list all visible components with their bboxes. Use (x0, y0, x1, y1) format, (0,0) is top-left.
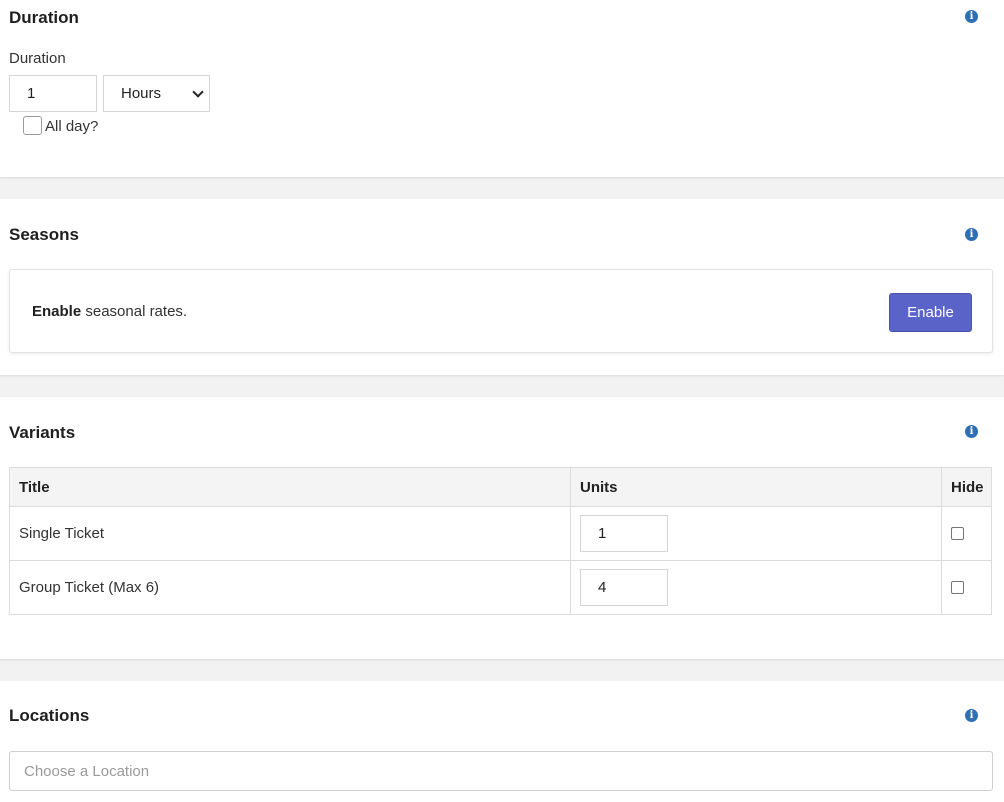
variant-units-cell (570, 560, 942, 615)
table-row: Group Ticket (Max 6) (9, 560, 992, 615)
column-header-units: Units (570, 467, 942, 507)
duration-field-label: Duration (9, 50, 66, 67)
locations-panel: Locations i (0, 681, 1004, 802)
seasons-message-rest: seasonal rates. (81, 303, 188, 320)
info-icon[interactable]: i (965, 10, 978, 23)
seasons-message-strong: Enable (32, 303, 82, 320)
column-header-title: Title (9, 467, 571, 507)
info-icon[interactable]: i (965, 709, 978, 722)
variant-hide-checkbox[interactable] (951, 527, 964, 540)
info-icon[interactable]: i (965, 425, 978, 438)
variant-hide-cell (941, 506, 992, 561)
table-row: Single Ticket (9, 506, 992, 561)
variant-units-input[interactable] (580, 515, 668, 552)
enable-seasons-button[interactable]: Enable (889, 293, 972, 332)
variant-units-cell (570, 506, 942, 561)
locations-title: Locations (9, 706, 90, 725)
duration-value-input[interactable] (9, 75, 97, 112)
column-header-hide: Hide (941, 467, 992, 507)
variants-table: Title Units Hide Single Ticket Group Tic… (9, 467, 992, 615)
table-header-row: Title Units Hide (9, 467, 992, 507)
variant-title: Single Ticket (9, 506, 571, 561)
all-day-label[interactable]: All day? (45, 118, 98, 135)
location-search-input[interactable] (9, 751, 993, 791)
duration-unit-select[interactable]: Hours (103, 75, 210, 112)
variant-units-input[interactable] (580, 569, 668, 606)
variant-hide-checkbox[interactable] (951, 581, 964, 594)
seasons-callout: Enable seasonal rates. Enable (9, 269, 993, 353)
duration-panel: Duration i Duration Hours All day? (0, 0, 1004, 177)
info-icon[interactable]: i (965, 228, 978, 241)
duration-unit-selected: Hours (121, 85, 162, 102)
seasons-message: Enable seasonal rates. (32, 303, 187, 320)
variant-title: Group Ticket (Max 6) (9, 560, 571, 615)
variants-panel: Variants i Title Units Hide Single Ticke… (0, 397, 1004, 659)
seasons-panel: Seasons i Enable seasonal rates. Enable (0, 199, 1004, 375)
seasons-title: Seasons (9, 225, 79, 244)
all-day-checkbox[interactable] (23, 116, 42, 135)
variants-title: Variants (9, 423, 76, 442)
chevron-down-icon (192, 86, 204, 98)
variant-hide-cell (941, 560, 992, 615)
duration-title: Duration (9, 8, 79, 27)
